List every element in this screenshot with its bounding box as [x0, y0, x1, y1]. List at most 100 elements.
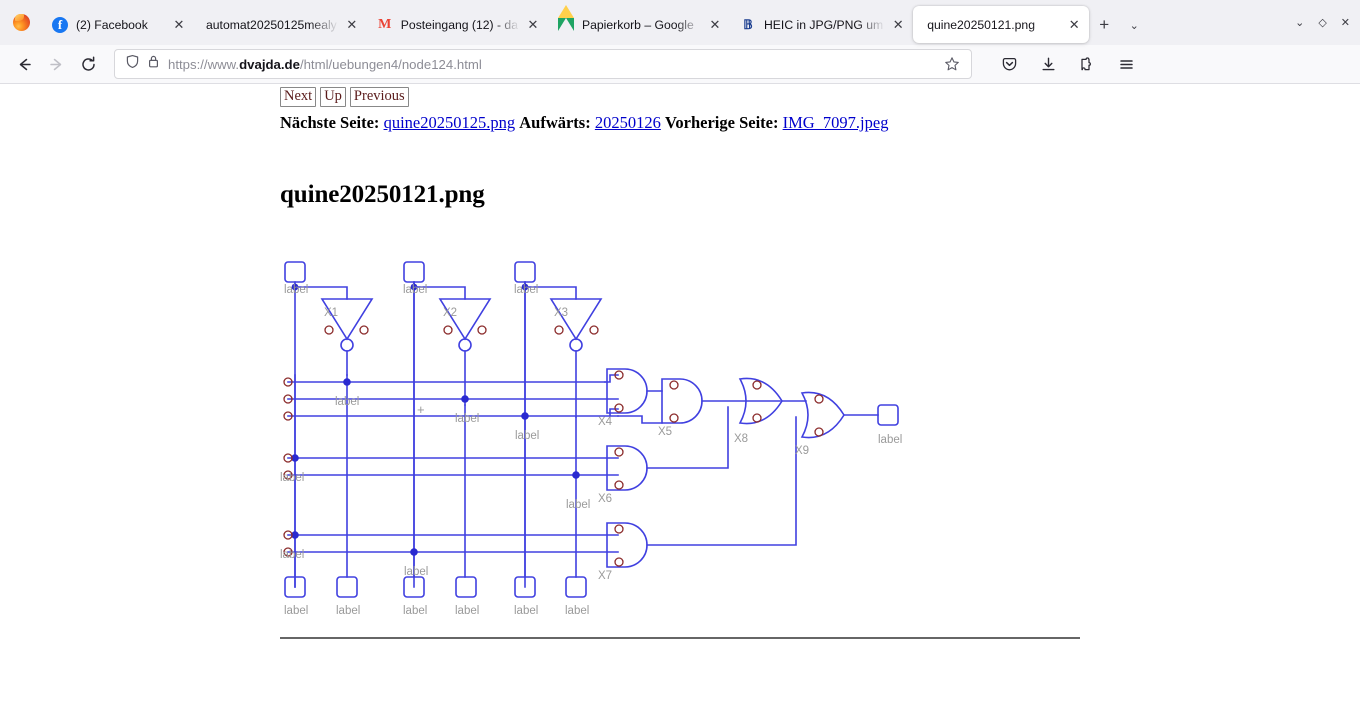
gate-label-x5: X5 — [658, 426, 672, 438]
top-input-box-3[interactable] — [515, 262, 535, 282]
tab-list: f (2) Facebook ✕ automat20250125mealy ✕ … — [42, 0, 1089, 45]
url-bar[interactable]: https://www.dvajda.de/html/uebungen4/nod… — [114, 49, 972, 79]
previous-page-label: Vorherige Seite: — [665, 113, 778, 132]
page-title: quine20250121.png — [280, 181, 1360, 209]
bottom-input-box-4[interactable] — [456, 577, 476, 597]
tab-close-icon[interactable]: ✕ — [343, 16, 361, 34]
bus-label-2: label — [455, 413, 479, 425]
up-label: Aufwärts: — [519, 113, 591, 132]
pocket-icon[interactable] — [994, 49, 1024, 79]
shield-icon[interactable] — [125, 54, 140, 74]
bottom-extra-label: label — [404, 566, 428, 578]
reload-icon[interactable] — [72, 48, 104, 80]
inverter-x3[interactable] — [551, 299, 601, 339]
gate-label-x8: X8 — [734, 433, 748, 445]
wire-junctions — [291, 284, 580, 556]
inverter-x1[interactable] — [322, 299, 372, 339]
plus-marker: + — [417, 402, 425, 417]
tab-papierkorb-google-drive[interactable]: Papierkorb – Google ✕ — [548, 6, 730, 43]
browser-window: f (2) Facebook ✕ automat20250125mealy ✕ … — [0, 0, 1360, 724]
tab-close-icon[interactable]: ✕ — [170, 16, 188, 34]
and-gate-x7[interactable] — [607, 523, 647, 567]
firefox-logo-icon — [13, 14, 30, 31]
tab-label: (2) Facebook — [76, 18, 166, 32]
top-input-label-2: label — [403, 284, 427, 296]
horizontal-divider — [280, 637, 1080, 639]
tab-label: Papierkorb – Google — [582, 18, 702, 32]
circuit-text-labels: label label label X1 X2 X3 X4 X5 X6 X7 X… — [280, 284, 902, 617]
up-link[interactable]: 20250126 — [595, 113, 661, 132]
tab-heic-converter[interactable]: 𝔹 HEIC in JPG/PNG um ✕ — [730, 6, 913, 43]
tab-label: quine20250121.png — [927, 18, 1061, 32]
firefox-app-icon[interactable] — [0, 0, 42, 45]
bus-label-4: label — [280, 472, 304, 484]
tab-close-icon[interactable]: ✕ — [706, 16, 724, 34]
app-menu-hamburger-icon[interactable] — [1111, 49, 1141, 79]
tab-strip: f (2) Facebook ✕ automat20250125mealy ✕ … — [0, 0, 1360, 45]
tab-posteingang[interactable]: M Posteingang (12) - da ✕ — [367, 6, 548, 43]
bottom-input-box-2[interactable] — [337, 577, 357, 597]
tab-close-icon[interactable]: ✕ — [524, 16, 542, 34]
content-column: Next Up Previous Nächste Seite: quine202… — [0, 85, 1360, 639]
tab-facebook[interactable]: f (2) Facebook ✕ — [42, 6, 194, 43]
tab-label: HEIC in JPG/PNG um — [764, 18, 885, 32]
top-input-box-2[interactable] — [404, 262, 424, 282]
forward-icon[interactable] — [40, 48, 72, 80]
gmail-icon: M — [377, 17, 393, 33]
bottom-input-label-6: label — [565, 605, 589, 617]
bottom-input-label-4: label — [455, 605, 479, 617]
bottom-input-label-3: label — [403, 605, 427, 617]
next-page-link[interactable]: quine20250125.png — [384, 113, 516, 132]
bottom-input-label-1: label — [284, 605, 308, 617]
tab-close-icon[interactable]: ✕ — [889, 16, 907, 34]
lock-icon[interactable] — [147, 54, 160, 74]
gate-label-x6: X6 — [598, 493, 612, 505]
bottom-input-box-6[interactable] — [566, 577, 586, 597]
url-bar-icons — [121, 54, 168, 74]
close-window-icon[interactable]: ✕ — [1341, 16, 1350, 29]
top-input-box-1[interactable] — [285, 262, 305, 282]
tab-quine20250121-png[interactable]: quine20250121.png ✕ — [913, 6, 1089, 43]
up-button[interactable]: Up — [320, 87, 346, 107]
download-icon[interactable] — [1033, 49, 1063, 79]
bus-label-5: label — [566, 499, 590, 511]
url-path: /html/uebungen4/node124.html — [300, 57, 482, 72]
gate-label-x4: X4 — [598, 416, 613, 428]
new-tab-button[interactable]: + — [1089, 10, 1119, 40]
page-nav-buttons: Next Up Previous — [280, 87, 1360, 107]
gate-label-x9: X9 — [795, 445, 809, 457]
tab-label: automat20250125mealy — [206, 18, 339, 32]
output-label: label — [878, 434, 902, 446]
extensions-puzzle-icon[interactable] — [1072, 49, 1102, 79]
maximize-icon[interactable]: ◇ — [1318, 16, 1326, 29]
output-box[interactable] — [878, 405, 898, 425]
next-page-label: Nächste Seite: — [280, 113, 379, 132]
pin-markers — [284, 326, 823, 566]
minimize-icon[interactable]: ⌄ — [1295, 16, 1304, 29]
next-button[interactable]: Next — [280, 87, 316, 107]
facebook-icon: f — [52, 17, 68, 33]
url-scheme: https://www. — [168, 57, 239, 72]
circuit-diagram: label label label X1 X2 X3 X4 X5 X6 X7 X… — [280, 257, 1360, 637]
bus-label-1: label — [335, 396, 359, 408]
previous-button[interactable]: Previous — [350, 87, 409, 107]
bottom-input-label-5: label — [514, 605, 538, 617]
list-all-tabs-button[interactable]: ⌄ — [1119, 10, 1149, 40]
top-input-label-1: label — [284, 284, 308, 296]
tab-close-icon[interactable]: ✕ — [1065, 16, 1083, 34]
navigation-toolbar: https://www.dvajda.de/html/uebungen4/nod… — [0, 45, 1360, 84]
previous-page-link[interactable]: IMG_7097.jpeg — [783, 113, 889, 132]
bookmark-star-icon[interactable] — [939, 51, 965, 77]
bus-label-3: label — [515, 430, 539, 442]
and-gate-x5[interactable] — [662, 379, 702, 423]
back-icon[interactable] — [8, 48, 40, 80]
gate-label-x1: X1 — [324, 307, 338, 319]
gate-label-x7: X7 — [598, 570, 612, 582]
inverter-x2[interactable] — [440, 299, 490, 339]
page-content: Next Up Previous Nächste Seite: quine202… — [0, 85, 1360, 724]
heic-converter-icon: 𝔹 — [740, 17, 756, 33]
toolbar-right-buttons — [978, 49, 1141, 79]
tab-automat20250125mealy[interactable]: automat20250125mealy ✕ — [194, 6, 367, 43]
and-gate-x6[interactable] — [607, 446, 647, 490]
tab-label: Posteingang (12) - da — [401, 18, 520, 32]
